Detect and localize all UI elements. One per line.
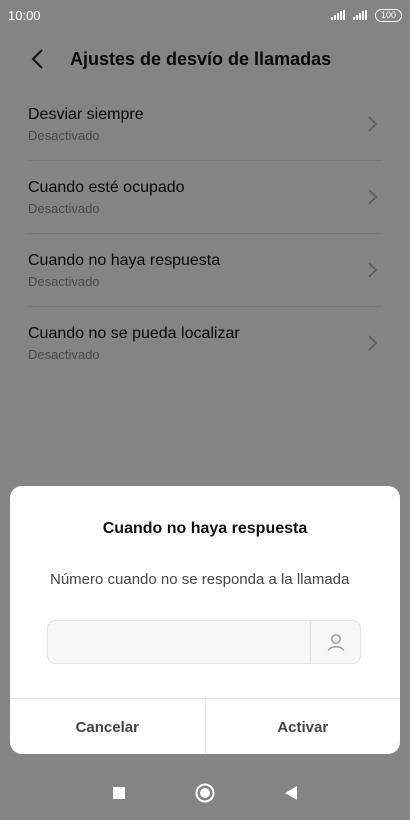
person-icon: [327, 634, 344, 651]
signal-icon: [330, 10, 345, 20]
number-input-group: [47, 620, 361, 664]
dialog-title: Cuando no haya respuesta: [102, 520, 308, 537]
back-nav-button[interactable]: [279, 781, 303, 805]
status-icons: 100: [330, 8, 402, 22]
recents-button[interactable]: [107, 781, 131, 805]
contacts-button[interactable]: [310, 621, 360, 663]
no-answer-dialog: Cuando no haya respuesta Número cuando n…: [10, 486, 400, 754]
cancel-button[interactable]: Cancelar: [10, 699, 205, 754]
circle-icon: [195, 783, 215, 803]
signal-icon: [352, 10, 367, 20]
home-button[interactable]: [193, 781, 217, 805]
activate-button[interactable]: Activar: [204, 699, 401, 754]
dialog-actions: Cancelar Activar: [10, 698, 400, 754]
square-icon: [113, 787, 125, 799]
status-time: 10:00: [8, 7, 41, 23]
forward-number-input[interactable]: [48, 621, 310, 663]
battery-icon: 100: [374, 8, 402, 22]
triangle-back-icon: [285, 786, 297, 800]
navigation-bar: [0, 766, 410, 820]
status-bar: 10:00 100: [0, 0, 410, 30]
number-field-label: Número cuando no se responda a la llamad…: [50, 571, 350, 588]
